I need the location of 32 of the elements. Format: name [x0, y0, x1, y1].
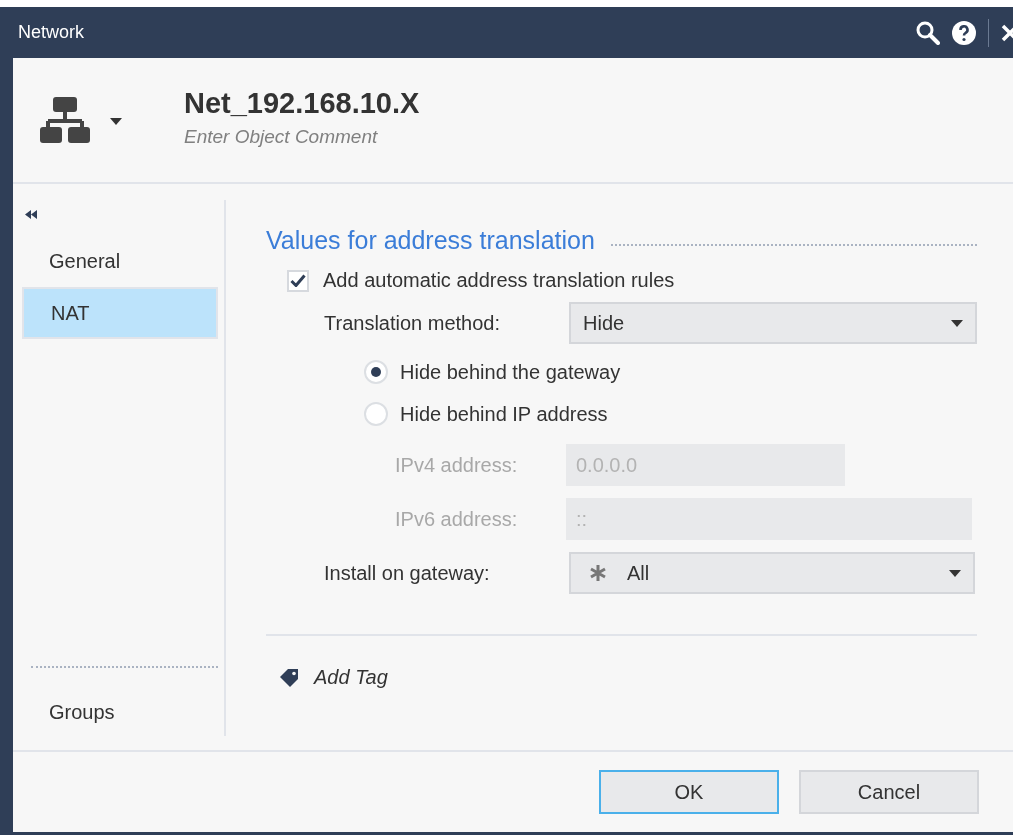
comment-field[interactable]: Enter Object Comment — [184, 125, 420, 148]
add-tag-link[interactable]: Add Tag — [314, 666, 388, 689]
caret-icon — [110, 118, 122, 125]
field-label: IPv6 address: — [395, 507, 519, 531]
close-icon[interactable] — [1001, 23, 1013, 42]
method-dropdown[interactable]: Hide — [569, 302, 977, 344]
network-icon[interactable] — [40, 97, 90, 143]
tag-icon — [280, 668, 300, 687]
object-name[interactable]: Net_192.168.10.X — [184, 86, 420, 120]
field-label: Install on gateway: — [324, 561, 491, 585]
dialog-button[interactable]: OK — [599, 770, 779, 814]
checkbox-label[interactable]: Add automatic address translation rules — [323, 269, 675, 292]
section-title: Values for address translation — [266, 226, 595, 255]
help-icon[interactable] — [952, 20, 976, 45]
sidebar-item[interactable]: General — [22, 237, 218, 285]
asterisk-icon — [589, 564, 607, 582]
radio-label[interactable]: Hide behind the gateway — [400, 360, 621, 384]
field-label: IPv4 address: — [395, 453, 519, 477]
radio-label[interactable]: Hide behind IP address — [400, 402, 608, 426]
radio-button[interactable] — [364, 402, 388, 426]
sidebar-item[interactable]: NAT — [22, 287, 218, 339]
radio-button[interactable] — [364, 360, 388, 384]
search-icon[interactable] — [916, 20, 940, 45]
dialog-button[interactable]: Cancel — [799, 770, 979, 814]
window-title: Network — [18, 22, 85, 43]
checkbox[interactable] — [287, 269, 309, 292]
collapse-icon[interactable] — [25, 210, 37, 219]
sidebar-item[interactable]: Groups — [22, 688, 218, 736]
gateway-dropdown[interactable]: All — [569, 552, 975, 594]
caret-icon — [951, 319, 963, 327]
caret-icon — [949, 569, 961, 577]
field-label: Translation method: — [324, 311, 501, 335]
